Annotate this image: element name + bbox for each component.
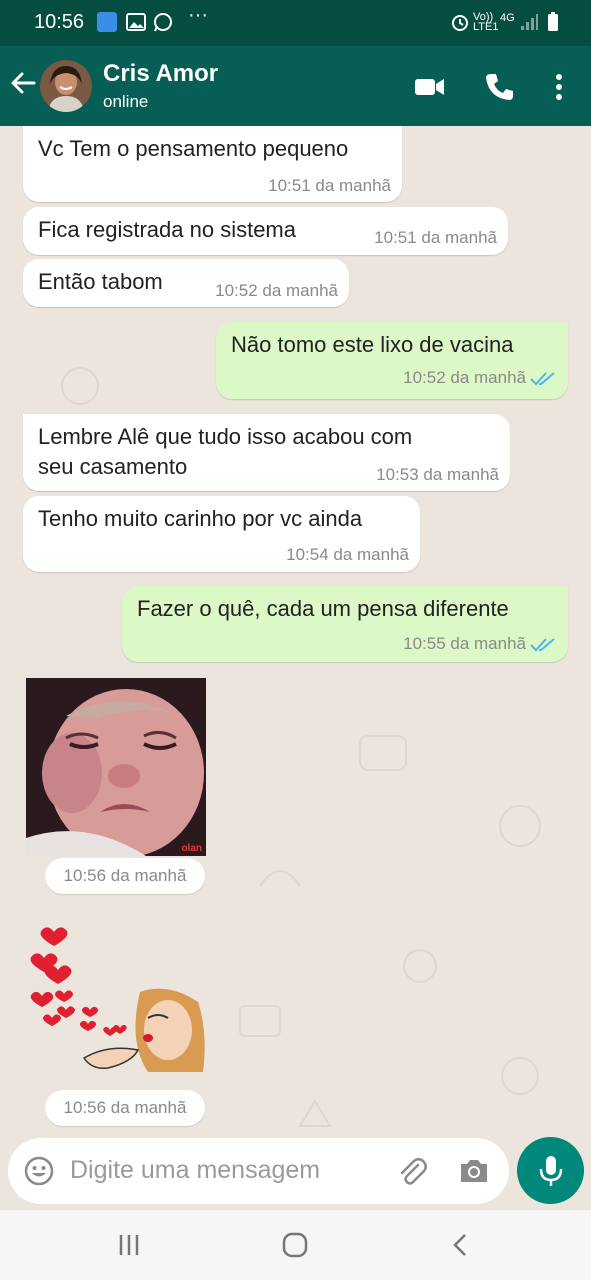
incoming-message[interactable]: Tenho muito carinho por vc ainda 10:54 d… bbox=[23, 496, 420, 572]
message-text: Não tomo este lixo de vacina bbox=[231, 332, 514, 357]
message-time: 10:52 da manhã bbox=[215, 281, 338, 300]
gallery-icon bbox=[126, 13, 146, 31]
home-icon[interactable] bbox=[280, 1230, 310, 1260]
back-arrow-icon[interactable] bbox=[8, 68, 38, 98]
emoji-icon[interactable] bbox=[24, 1156, 54, 1186]
alarm-icon bbox=[452, 15, 468, 31]
read-ticks-icon bbox=[530, 638, 555, 652]
message-time: 10:54 da manhã bbox=[286, 545, 409, 564]
blowing-kisses-image bbox=[30, 927, 205, 1072]
voice-record-button[interactable] bbox=[517, 1137, 584, 1204]
phone-icon[interactable] bbox=[482, 70, 516, 104]
message-input-bar[interactable]: Digite uma mensagem bbox=[8, 1138, 509, 1204]
incoming-message[interactable]: Então tabom 10:52 da manhã bbox=[23, 259, 349, 307]
read-ticks-icon bbox=[530, 372, 555, 386]
battery-icon bbox=[548, 12, 558, 31]
message-time: 10:55 da manhã bbox=[403, 634, 526, 653]
signal-icon bbox=[521, 14, 538, 30]
outgoing-message[interactable]: Não tomo este lixo de vacina 10:52 da ma… bbox=[216, 322, 568, 399]
more-notifications-icon: ··· bbox=[188, 4, 208, 26]
contact-name[interactable]: Cris Amor bbox=[103, 60, 218, 88]
message-text: Vc Tem o pensamento pequeno bbox=[38, 136, 349, 161]
system-nav-bar bbox=[0, 1210, 591, 1280]
blowing-kisses-sticker[interactable] bbox=[28, 922, 208, 1082]
paperclip-icon[interactable] bbox=[396, 1155, 428, 1187]
message-input[interactable]: Digite uma mensagem bbox=[70, 1156, 320, 1185]
incoming-message[interactable]: Vc Tem o pensamento pequeno 10:51 da man… bbox=[23, 126, 402, 202]
video-camera-icon[interactable] bbox=[413, 70, 447, 104]
sad-baby-sticker[interactable]: olan bbox=[26, 678, 206, 856]
recent-apps-icon[interactable] bbox=[114, 1230, 144, 1260]
message-text: Tenho muito carinho por vc ainda bbox=[38, 506, 363, 531]
camera-icon[interactable] bbox=[458, 1156, 490, 1186]
avatar[interactable] bbox=[40, 60, 92, 112]
signal-type-label: 4G bbox=[500, 12, 515, 24]
microphone-icon bbox=[539, 1156, 563, 1186]
network-label: Vo)) LTE1 bbox=[473, 11, 499, 33]
avatar-image bbox=[40, 60, 92, 112]
message-time: 10:52 da manhã bbox=[403, 368, 526, 387]
message-time: 10:51 da manhã bbox=[268, 176, 391, 195]
message-text: Lembre Alê que tudo isso acabou com seu … bbox=[38, 424, 413, 479]
outgoing-message[interactable]: Fazer o quê, cada um pensa diferente 10:… bbox=[122, 586, 568, 662]
message-time: 10:56 da manhã bbox=[45, 858, 205, 894]
status-bar: 10:56 ··· Vo)) LTE1 4G bbox=[0, 0, 591, 46]
more-vertical-icon[interactable] bbox=[542, 70, 576, 104]
whatsapp-icon bbox=[154, 13, 172, 32]
message-time: 10:51 da manhã bbox=[374, 228, 497, 247]
incoming-message[interactable]: Fica registrada no sistema 10:51 da manh… bbox=[23, 207, 508, 255]
message-text: Fazer o quê, cada um pensa diferente bbox=[137, 596, 509, 621]
sad-baby-image bbox=[26, 678, 206, 856]
contact-status: online bbox=[103, 92, 149, 111]
incoming-message[interactable]: Lembre Alê que tudo isso acabou com seu … bbox=[23, 414, 510, 491]
app-notification-icon bbox=[97, 12, 117, 32]
chat-area[interactable]: Vc Tem o pensamento pequeno 10:51 da man… bbox=[0, 126, 591, 1210]
message-time: 10:56 da manhã bbox=[45, 1090, 205, 1126]
message-text: Fica registrada no sistema bbox=[38, 217, 296, 242]
message-time: 10:53 da manhã bbox=[376, 465, 499, 484]
message-text: Então tabom bbox=[38, 269, 163, 294]
back-icon[interactable] bbox=[446, 1230, 476, 1260]
status-time: 10:56 bbox=[34, 11, 85, 33]
sticker-watermark: olan bbox=[181, 843, 202, 854]
chat-header: Cris Amor online bbox=[0, 46, 591, 126]
